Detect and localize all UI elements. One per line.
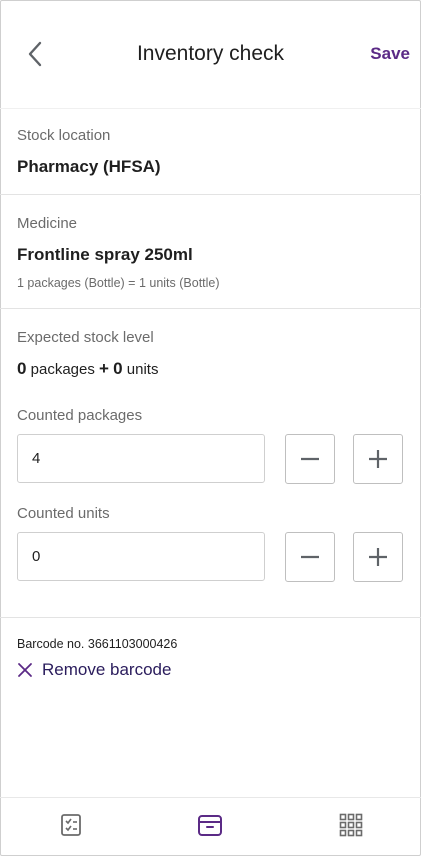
app-header: Inventory check Save	[0, 0, 421, 109]
expected-stock-value: 0 packages + 0 units	[17, 359, 158, 379]
counted-packages-value: 4	[32, 450, 41, 467]
divider	[0, 194, 421, 195]
divider	[0, 617, 421, 618]
grid-icon	[339, 813, 363, 837]
medicine-label: Medicine	[17, 215, 78, 232]
page-title: Inventory check	[136, 42, 285, 65]
expected-stock-label: Expected stock level	[17, 329, 154, 346]
remove-barcode-button[interactable]: Remove barcode	[17, 660, 171, 680]
expected-plus: +	[99, 359, 109, 378]
counted-packages-input[interactable]: 4	[17, 434, 265, 483]
expected-packages-word: packages	[30, 361, 95, 378]
counted-units-label: Counted units	[17, 505, 110, 522]
nav-checklist[interactable]	[56, 810, 86, 840]
save-button[interactable]: Save	[370, 44, 410, 64]
expected-units-value: 0	[113, 359, 123, 378]
close-icon	[18, 663, 32, 677]
barcode-number: Barcode no. 3661103000426	[17, 637, 178, 651]
plus-icon	[369, 450, 387, 468]
stock-location-label: Stock location	[17, 127, 111, 144]
minus-icon	[301, 555, 319, 559]
units-decrement-button[interactable]	[285, 532, 335, 582]
counted-packages-label: Counted packages	[17, 407, 143, 424]
nav-inventory[interactable]	[195, 810, 225, 840]
unit-conversion-text: 1 packages (Bottle) = 1 units (Bottle)	[17, 276, 220, 290]
packages-increment-button[interactable]	[353, 434, 403, 484]
nav-more[interactable]	[336, 810, 366, 840]
bottom-navigation	[0, 797, 421, 855]
minus-icon	[301, 457, 319, 461]
packages-decrement-button[interactable]	[285, 434, 335, 484]
remove-barcode-label: Remove barcode	[42, 660, 172, 679]
stock-location-value: Pharmacy (HFSA)	[17, 157, 161, 176]
expected-units-word: units	[126, 361, 159, 378]
units-increment-button[interactable]	[353, 532, 403, 582]
inventory-box-icon	[198, 815, 222, 836]
divider	[0, 308, 421, 309]
expected-packages-value: 0	[17, 359, 27, 378]
counted-units-value: 0	[32, 548, 41, 565]
checklist-icon	[61, 814, 81, 836]
medicine-name: Frontline spray 250ml	[17, 245, 193, 264]
counted-units-input[interactable]: 0	[17, 532, 265, 581]
plus-icon	[369, 548, 387, 566]
